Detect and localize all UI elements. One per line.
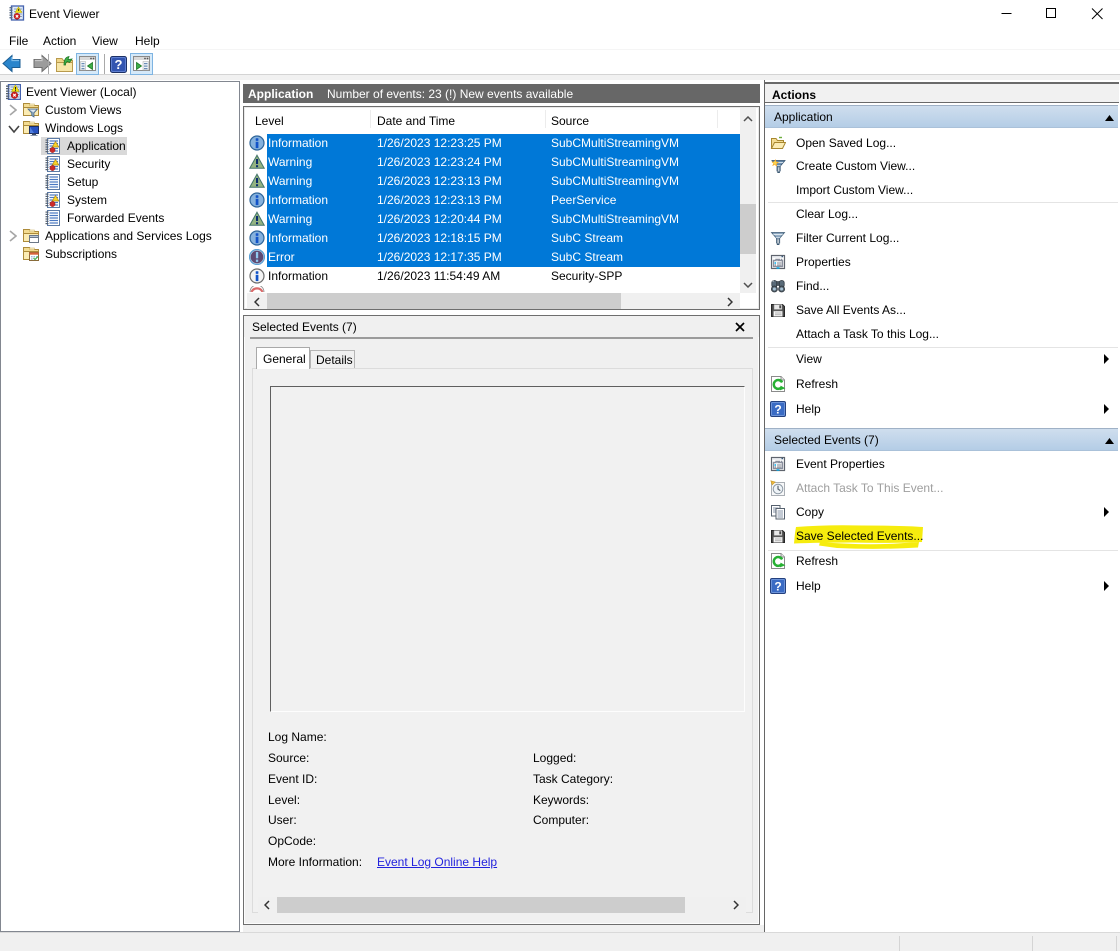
svg-text:?: ? xyxy=(115,57,123,72)
